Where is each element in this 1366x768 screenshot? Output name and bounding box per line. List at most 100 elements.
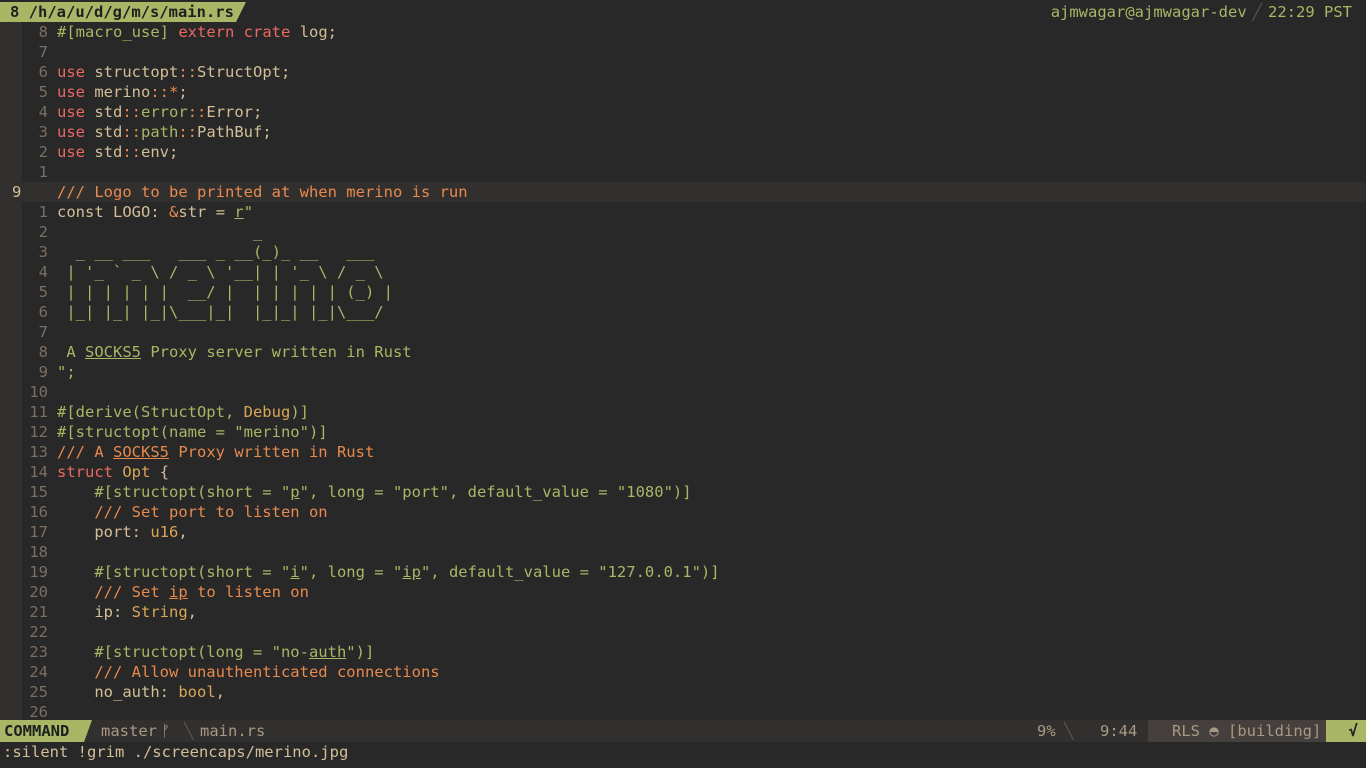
code-line[interactable]: 5 | | | | | | __/ | | | | | | (_) | bbox=[0, 282, 1366, 302]
host-label: ajmwagar@ajmwagar-dev bbox=[1050, 3, 1247, 21]
token: merino bbox=[94, 83, 151, 101]
separator: ╲ bbox=[1064, 722, 1074, 740]
code-line[interactable]: 8 A SOCKS5 Proxy server written in Rust bbox=[0, 342, 1366, 362]
token: const bbox=[57, 203, 104, 221]
token: r bbox=[234, 203, 244, 221]
code-line[interactable]: 15 #[structopt(short = "p", long = "port… bbox=[0, 482, 1366, 502]
token: log; bbox=[299, 23, 338, 41]
code-line[interactable]: 13 /// A SOCKS5 Proxy written in Rust bbox=[0, 442, 1366, 462]
token: _ __ ___ ___ _ __(_)_ __ ___ bbox=[57, 243, 375, 261]
scroll-percent: 9% bbox=[1037, 722, 1056, 740]
code-line[interactable]: 3 use std::path::PathBuf; bbox=[0, 122, 1366, 142]
code-line[interactable]: 17 port: u16, bbox=[0, 522, 1366, 542]
token: ", long = "port", default_value = "1080"… bbox=[299, 483, 692, 501]
code-line[interactable]: 22 bbox=[0, 622, 1366, 642]
code-line[interactable]: 12 #[structopt(name = "merino")] bbox=[0, 422, 1366, 442]
line-number: 10 bbox=[29, 383, 48, 401]
code-line[interactable]: 4 use std::error::Error; bbox=[0, 102, 1366, 122]
code-line[interactable]: 6 use structopt::StructOpt; bbox=[0, 62, 1366, 82]
code-line[interactable]: 4 | '_ ` _ \ / _ \ '__| | '_ \ / _ \ bbox=[0, 262, 1366, 282]
code-line[interactable]: 2 _ bbox=[0, 222, 1366, 242]
tabline: 8 /h/a/u/d/g/m/s/main.rs ajmwagar@ajmwag… bbox=[0, 0, 1366, 22]
token: :: bbox=[187, 103, 207, 121]
code-line[interactable]: 20 /// Set ip to listen on bbox=[0, 582, 1366, 602]
code-line[interactable]: 8 #[macro_use] extern crate log; bbox=[0, 22, 1366, 42]
token: use bbox=[57, 63, 85, 81]
line-number: 7 bbox=[38, 43, 48, 61]
code-line[interactable]: 23 #[structopt(long = "no-auth")] bbox=[0, 642, 1366, 662]
line-number: 9 bbox=[38, 363, 48, 381]
line-number: 16 bbox=[29, 503, 48, 521]
token: |_| |_| |_|\___|_| |_|_| |_|\___/ bbox=[57, 303, 384, 321]
token: SOCKS5 bbox=[113, 443, 169, 461]
editor-pane[interactable]: 8 #[macro_use] extern crate log; 7 6 use s… bbox=[0, 22, 1366, 720]
token: , bbox=[215, 683, 225, 701]
line-number: 20 bbox=[29, 583, 48, 601]
code-line[interactable]: 7 bbox=[0, 322, 1366, 342]
token: u16 bbox=[150, 523, 179, 541]
token: , bbox=[178, 523, 188, 541]
code-line[interactable]: 16 /// Set port to listen on bbox=[0, 502, 1366, 522]
token: #[derive(StructOpt, bbox=[57, 403, 244, 421]
line-number: 5 bbox=[38, 283, 48, 301]
code-line[interactable]: 2 use std::env; bbox=[0, 142, 1366, 162]
line-number: 2 bbox=[38, 223, 48, 241]
tabline-right: ajmwagar@ajmwagar-dev ╱ 22:29 PST bbox=[1051, 2, 1352, 22]
code-line[interactable]: 10 bbox=[0, 382, 1366, 402]
line-number: 5 bbox=[38, 83, 48, 101]
code-line[interactable]: 7 bbox=[0, 42, 1366, 62]
mode-indicator: COMMAND bbox=[0, 720, 92, 742]
code-line[interactable]: 3 _ __ ___ ___ _ __(_)_ __ ___ bbox=[0, 242, 1366, 262]
cursor-position: 9:44 bbox=[1100, 722, 1138, 740]
code-line[interactable]: 21 ip: String, bbox=[0, 602, 1366, 622]
token: crate bbox=[243, 23, 291, 41]
code-line[interactable]: 1 bbox=[0, 162, 1366, 182]
line-number: 24 bbox=[29, 663, 48, 681]
token: std bbox=[94, 103, 123, 121]
line-number: 13 bbox=[29, 443, 48, 461]
code-line[interactable]: 14 struct Opt { bbox=[0, 462, 1366, 482]
active-buffer-tab[interactable]: 8 /h/a/u/d/g/m/s/main.rs bbox=[0, 2, 246, 22]
token: :: bbox=[178, 123, 198, 141]
token: use bbox=[57, 143, 85, 161]
token: A bbox=[57, 343, 85, 361]
token: /// Allow unauthenticated connections bbox=[94, 663, 440, 681]
token: ")] bbox=[346, 643, 375, 661]
token: /// A bbox=[57, 443, 113, 461]
code-line[interactable]: 19 #[structopt(short = "i", long = "ip",… bbox=[0, 562, 1366, 582]
line-number: 4 bbox=[38, 103, 48, 121]
line-number: 2 bbox=[38, 143, 48, 161]
code-line[interactable]: 9 "; bbox=[0, 362, 1366, 382]
token: LOGO: bbox=[113, 203, 170, 221]
code-line[interactable]: 26 bbox=[0, 702, 1366, 720]
code-line[interactable]: 1 const LOGO: &str = r" bbox=[0, 202, 1366, 222]
token: #[structopt(long = "no- bbox=[94, 643, 309, 661]
code-line[interactable]: 25 no_auth: bool, bbox=[0, 682, 1366, 702]
file-name: main.rs bbox=[200, 722, 266, 740]
token: env; bbox=[141, 143, 179, 161]
line-number: 14 bbox=[29, 463, 48, 481]
code-line[interactable]: 5 use merino::*; bbox=[0, 82, 1366, 102]
checkmark-icon: √ bbox=[1326, 720, 1366, 742]
branch-name: master bbox=[101, 722, 157, 740]
line-number: 18 bbox=[29, 543, 48, 561]
token: path bbox=[141, 123, 179, 141]
line-number: 4 bbox=[38, 263, 48, 281]
code-line[interactable]: 11 #[derive(StructOpt, Debug)] bbox=[0, 402, 1366, 422]
line-number: 8 bbox=[38, 343, 48, 361]
line-number: 19 bbox=[29, 563, 48, 581]
line-number: 15 bbox=[29, 483, 48, 501]
token: #[structopt(short = " bbox=[94, 563, 291, 581]
token: :: bbox=[122, 123, 142, 141]
command-line[interactable]: :silent !grim ./screencaps/merino.jpg bbox=[0, 742, 1366, 768]
token: i bbox=[290, 563, 300, 581]
token: String bbox=[131, 603, 188, 621]
code-line[interactable]: 18 bbox=[0, 542, 1366, 562]
cursor-line[interactable]: 9 /// Logo to be printed at when merino i… bbox=[0, 182, 1366, 202]
code-line[interactable]: 24 /// Allow unauthenticated connections bbox=[0, 662, 1366, 682]
code-line[interactable]: 6 |_| |_| |_|\___|_| |_|_| |_|\___/ bbox=[0, 302, 1366, 322]
